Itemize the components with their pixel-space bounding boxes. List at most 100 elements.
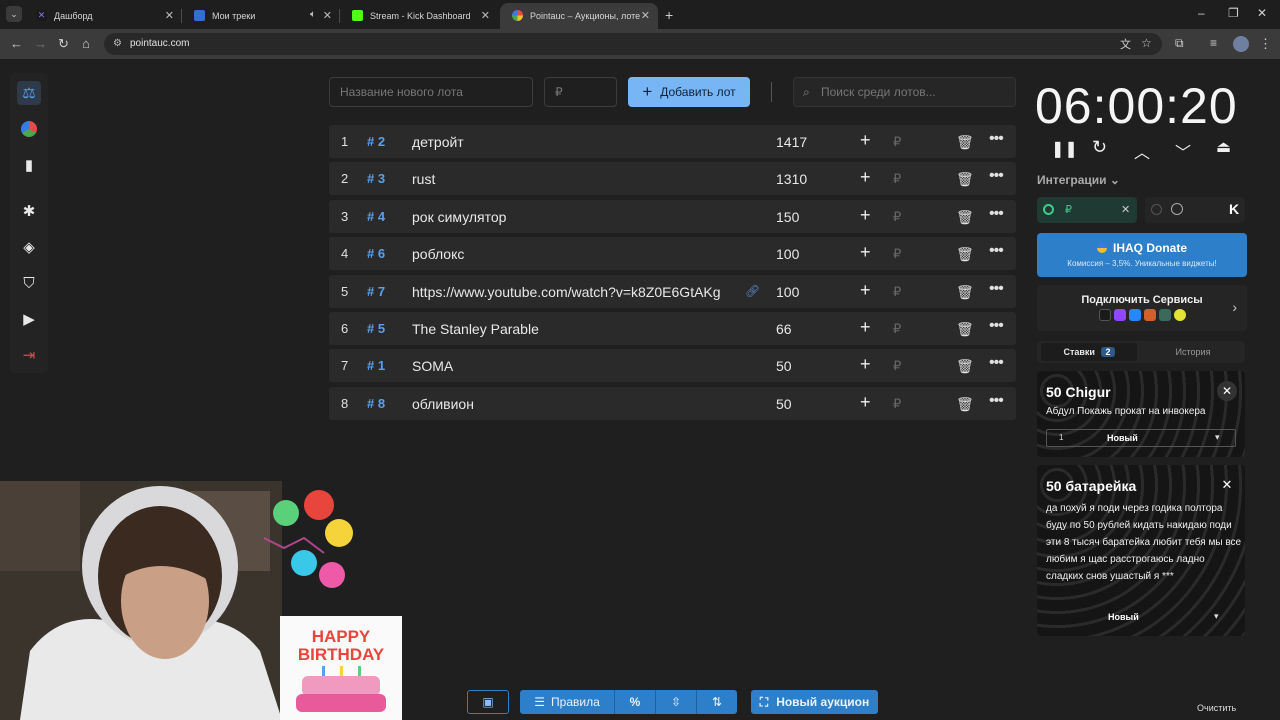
bet-status-select[interactable]: Новый ▾ bbox=[1046, 609, 1236, 627]
lot-row[interactable]: 1 # 2 детройт 1417 + ₽ 🗑︎ ••• bbox=[329, 125, 1016, 158]
close-tab-icon[interactable]: ✕ bbox=[165, 9, 174, 22]
more-options-icon[interactable]: ••• bbox=[989, 354, 1004, 372]
add-amount-icon[interactable]: + bbox=[860, 280, 871, 301]
delete-lot-icon[interactable]: 🗑︎ bbox=[956, 209, 974, 226]
browser-menu-icon[interactable]: ⋮ bbox=[1259, 36, 1272, 52]
tab-history[interactable]: История bbox=[1145, 343, 1241, 361]
delete-lot-icon[interactable]: 🗑︎ bbox=[956, 246, 974, 263]
home-icon[interactable]: ⌂ bbox=[82, 36, 90, 51]
lot-amount[interactable]: 1417 bbox=[776, 134, 807, 150]
extensions-icon[interactable]: ⧉ bbox=[1175, 36, 1184, 51]
more-options-icon[interactable]: ••• bbox=[989, 130, 1004, 148]
lot-amount[interactable]: 50 bbox=[776, 358, 792, 374]
new-auction-button[interactable]: ⛶ Новый аукцион bbox=[751, 690, 878, 714]
bookmark-star-icon[interactable]: ☆ bbox=[1141, 36, 1152, 50]
more-options-icon[interactable]: ••• bbox=[989, 392, 1004, 410]
lot-row[interactable]: 3 # 4 рок симулятор 150 + ₽ 🗑︎ ••• bbox=[329, 200, 1016, 233]
close-tab-icon[interactable]: ✕ bbox=[323, 9, 332, 22]
speaker-icon[interactable]: 🔈︎ bbox=[310, 9, 316, 20]
integration-donatepay[interactable]: ₽ ✕ bbox=[1037, 197, 1137, 223]
lot-amount[interactable]: 66 bbox=[776, 321, 792, 337]
delete-lot-icon[interactable]: 🗑︎ bbox=[956, 396, 974, 413]
lot-name[interactable]: детройт bbox=[412, 134, 727, 150]
more-options-icon[interactable]: ••• bbox=[989, 242, 1004, 260]
add-amount-icon[interactable]: + bbox=[860, 205, 871, 226]
integrations-toggle[interactable]: Интеграции ⌄ bbox=[1037, 173, 1120, 187]
delete-lot-icon[interactable]: 🗑︎ bbox=[956, 358, 974, 375]
reload-icon[interactable]: ↻ bbox=[58, 36, 69, 52]
more-options-icon[interactable]: ••• bbox=[989, 317, 1004, 335]
delete-lot-icon[interactable]: 🗑︎ bbox=[956, 321, 974, 338]
sidebar-wheel-icon[interactable] bbox=[17, 117, 41, 141]
add-amount-icon[interactable]: + bbox=[860, 392, 871, 413]
delete-lot-icon[interactable]: 🗑︎ bbox=[956, 134, 974, 151]
rules-button[interactable]: ☰ Правила bbox=[520, 690, 614, 714]
add-amount-icon[interactable]: + bbox=[860, 130, 871, 151]
lot-amount[interactable]: 1310 bbox=[776, 171, 807, 187]
add-amount-icon[interactable]: + bbox=[860, 242, 871, 263]
reset-timer-icon[interactable]: ↻ bbox=[1092, 137, 1107, 158]
lot-name-input[interactable]: Название нового лота bbox=[329, 77, 533, 107]
lot-name[interactable]: SOMA bbox=[412, 358, 727, 374]
lot-name[interactable]: https://www.youtube.com/watch?v=k8Z0E6Gt… bbox=[412, 284, 727, 300]
timer-down-icon[interactable]: ﹀ bbox=[1175, 139, 1191, 163]
tab-my-tracks[interactable]: Мои треки 🔈︎ ✕ bbox=[182, 3, 340, 29]
close-bet-icon[interactable]: ✕ bbox=[1217, 381, 1237, 401]
restore-icon[interactable]: ❐ bbox=[1228, 6, 1239, 20]
lot-row[interactable]: 7 # 1 SOMA 50 + ₽ 🗑︎ ••• bbox=[329, 349, 1016, 382]
lot-amount[interactable]: 100 bbox=[776, 284, 799, 300]
forward-icon[interactable]: → bbox=[34, 36, 47, 51]
lot-row[interactable]: 6 # 5 The Stanley Parable 66 + ₽ 🗑︎ ••• bbox=[329, 312, 1016, 345]
lot-name[interactable]: рок симулятор bbox=[412, 209, 727, 225]
lot-row[interactable]: 8 # 8 обливион 50 + ₽ 🗑︎ ••• bbox=[329, 387, 1016, 420]
more-options-icon[interactable]: ••• bbox=[989, 205, 1004, 223]
lot-name[interactable]: The Stanley Parable bbox=[412, 321, 727, 337]
tab-kick-dashboard[interactable]: Stream - Kick Dashboard ✕ bbox=[340, 3, 498, 29]
back-icon[interactable]: ← bbox=[10, 36, 23, 51]
close-window-icon[interactable]: ✕ bbox=[1257, 6, 1267, 20]
sidebar-stats-icon[interactable]: ▮ bbox=[17, 153, 41, 177]
add-amount-icon[interactable]: + bbox=[860, 317, 871, 338]
bet-card[interactable]: 50 Chigur ✕ Абдул Покажь прокат на инвок… bbox=[1037, 371, 1245, 457]
close-tab-icon[interactable]: ✕ bbox=[481, 9, 490, 22]
timer-up-icon[interactable]: ︿ bbox=[1134, 139, 1150, 163]
delete-lot-icon[interactable]: 🗑︎ bbox=[956, 171, 974, 188]
percent-button[interactable]: % bbox=[614, 690, 655, 714]
lot-name[interactable]: роблокс bbox=[412, 246, 727, 262]
merge-button[interactable]: ⇳ bbox=[655, 690, 696, 714]
media-control-icon[interactable]: ≡ bbox=[1210, 36, 1217, 50]
sidebar-logout-icon[interactable]: ⇥ bbox=[17, 343, 41, 367]
lot-amount[interactable]: 50 bbox=[776, 396, 792, 412]
lot-name[interactable]: rust bbox=[412, 171, 727, 187]
more-options-icon[interactable]: ••• bbox=[989, 280, 1004, 298]
sidebar-settings-icon[interactable]: ✱ bbox=[17, 199, 41, 223]
lot-amount[interactable]: 100 bbox=[776, 246, 799, 262]
clear-button[interactable]: Очистить bbox=[1197, 703, 1236, 713]
url-field[interactable]: ⚙ pointauc.com bbox=[104, 33, 1162, 55]
link-icon[interactable]: 🔗︎ bbox=[745, 284, 760, 298]
sort-button[interactable]: ⇅ bbox=[696, 690, 737, 714]
lot-row[interactable]: 2 # 3 rust 1310 + ₽ 🗑︎ ••• bbox=[329, 162, 1016, 195]
pause-icon[interactable]: ❚❚ bbox=[1051, 139, 1078, 159]
add-lot-button[interactable]: + Добавить лот bbox=[628, 77, 750, 107]
delete-lot-icon[interactable]: 🗑︎ bbox=[956, 284, 974, 301]
search-input[interactable]: ⌕ Поиск среди лотов... bbox=[793, 77, 1016, 107]
new-tab-button[interactable]: + bbox=[665, 7, 673, 23]
sidebar-shield-icon[interactable]: ⛉ bbox=[17, 271, 41, 295]
bet-card[interactable]: 50 батарейка ✕ да похуй я поди через год… bbox=[1037, 465, 1245, 636]
close-bet-icon[interactable]: ✕ bbox=[1217, 475, 1237, 495]
tab-pointauc[interactable]: Pointauc – Аукционы, лотере ✕ bbox=[500, 3, 658, 29]
lot-amount[interactable]: 150 bbox=[776, 209, 799, 225]
lot-name[interactable]: обливион bbox=[412, 396, 727, 412]
timer-double-up-icon[interactable]: ⏏ bbox=[1216, 137, 1231, 157]
lot-row[interactable]: 5 # 7 https://www.youtube.com/watch?v=k8Z0… bbox=[329, 275, 1016, 308]
lot-amount-input[interactable]: ₽ bbox=[544, 77, 617, 107]
save-icon-button[interactable]: ▣ bbox=[467, 690, 509, 714]
lot-row[interactable]: 4 # 6 роблокс 100 + ₽ 🗑︎ ••• bbox=[329, 237, 1016, 270]
connect-services-button[interactable]: Подключить Сервисы › bbox=[1037, 285, 1247, 331]
sidebar-auction-icon[interactable]: ⚖ bbox=[17, 81, 41, 105]
integration-other[interactable]: K bbox=[1145, 197, 1245, 223]
add-amount-icon[interactable]: + bbox=[860, 167, 871, 188]
add-amount-icon[interactable]: + bbox=[860, 354, 871, 375]
tab-list-button[interactable]: ⌄ bbox=[6, 6, 22, 22]
